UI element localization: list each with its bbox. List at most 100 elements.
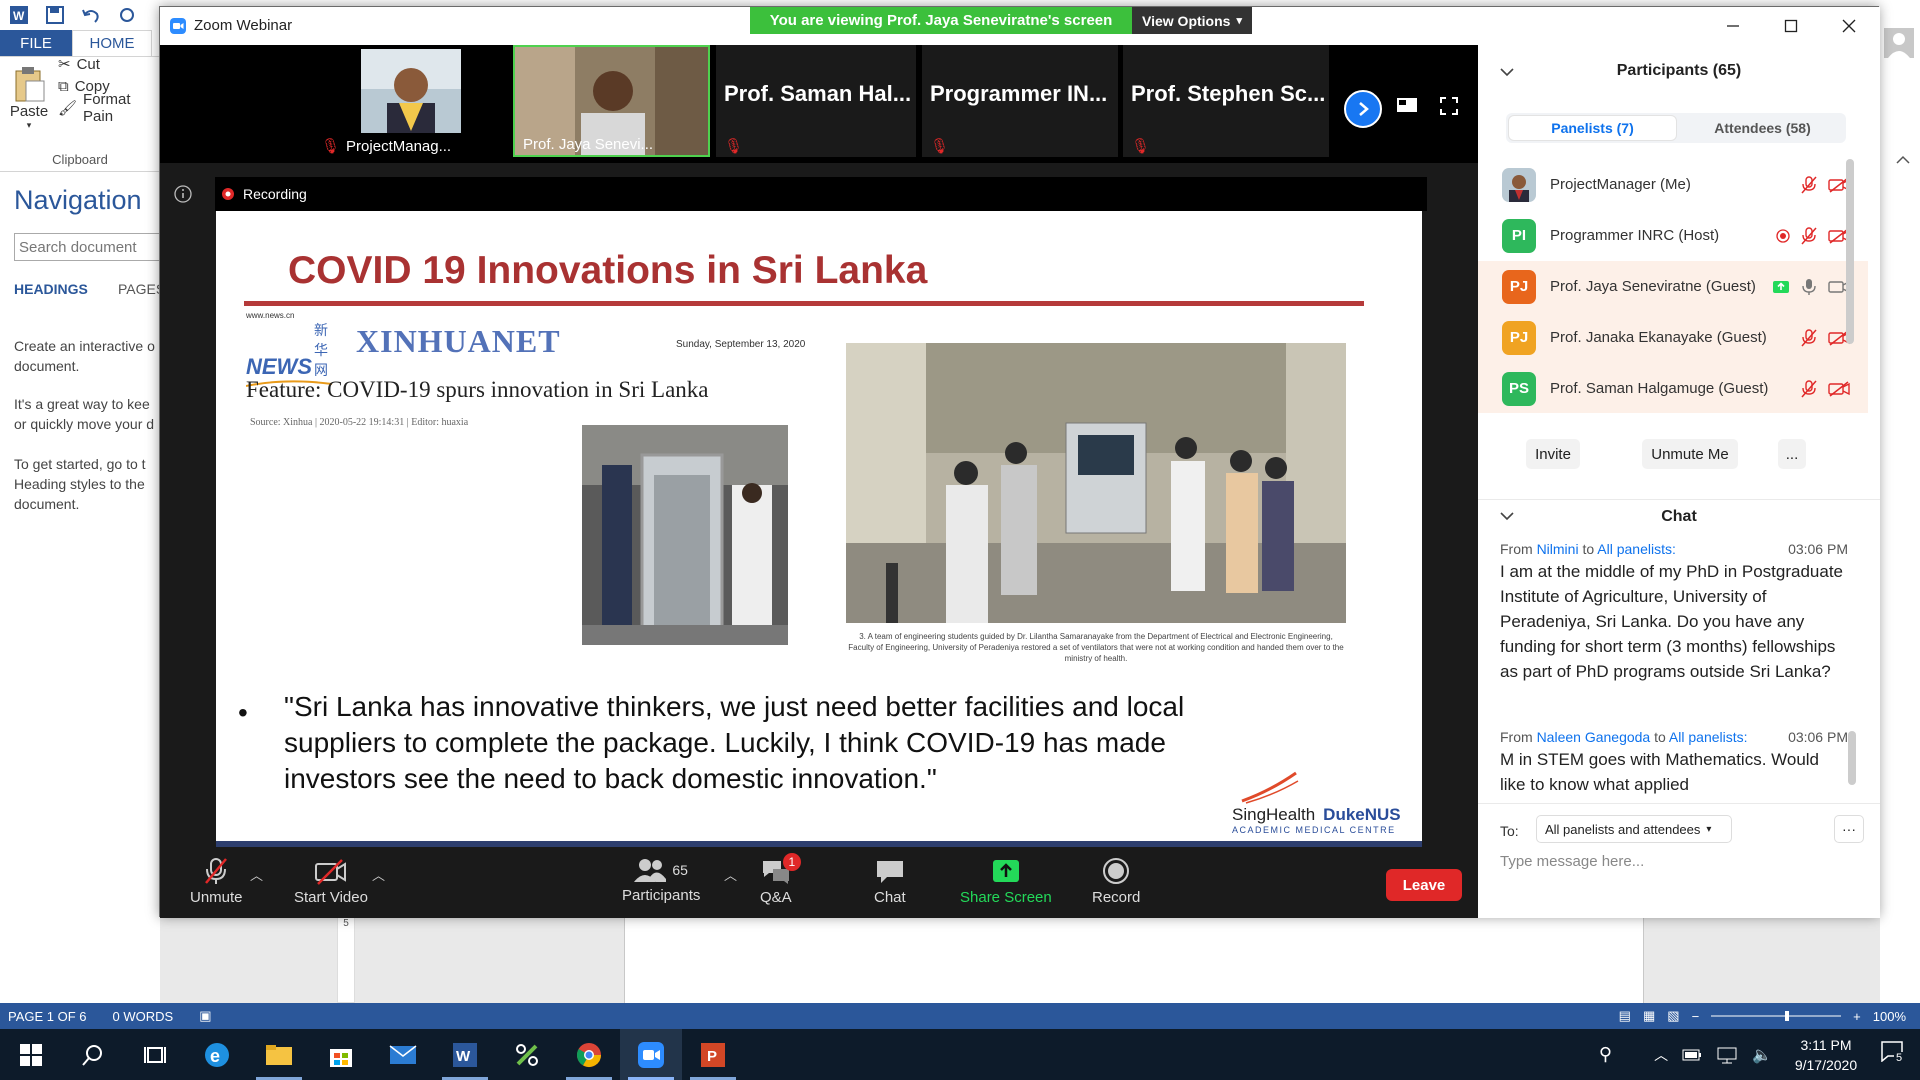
video-thumbnail[interactable]: Prof. Stephen Sc... 🎙 — [1123, 45, 1329, 157]
format-painter-button[interactable]: 🖌 Format Pain — [58, 91, 160, 125]
web-layout-icon[interactable]: ▧ — [1667, 1008, 1679, 1024]
thumbnail-label: 🎙 — [1131, 137, 1150, 155]
video-thumbnail[interactable]: 🎙 ProjectManag... — [313, 45, 475, 157]
participant-row[interactable]: PS Prof. Saman Halgamuge (Guest) — [1478, 363, 1868, 413]
chat-message-input[interactable]: Type message here... — [1500, 853, 1860, 881]
search-document-input[interactable]: Search document — [14, 233, 164, 261]
mail-button[interactable] — [372, 1029, 434, 1080]
record-button[interactable]: Record — [1092, 857, 1140, 906]
muted-mic-icon: 🎙 — [724, 138, 744, 155]
video-thumbnail-active[interactable]: Prof. Jaya Senevi... — [513, 45, 710, 157]
volume-icon[interactable]: 🔈 — [1752, 1045, 1772, 1065]
recipient-name[interactable]: All panelists: — [1597, 541, 1676, 557]
zoom-taskbar-button[interactable] — [620, 1029, 682, 1080]
notifications-button[interactable]: 5 — [1880, 1040, 1910, 1070]
chevron-up-icon[interactable]: ︿ — [1654, 1045, 1668, 1065]
chevron-up-icon[interactable] — [1896, 155, 1910, 165]
unmute-me-button[interactable]: Unmute Me — [1642, 439, 1738, 469]
leave-button[interactable]: Leave — [1386, 869, 1462, 901]
windows-logo-icon — [20, 1043, 42, 1066]
participant-row[interactable]: ProjectManager (Me) — [1478, 159, 1868, 210]
fullscreen-icon[interactable] — [1440, 97, 1458, 115]
participant-list-scrollbar[interactable] — [1846, 159, 1854, 344]
participant-row[interactable]: PJ Prof. Jaya Seneviratne (Guest) — [1478, 261, 1868, 312]
word-quick-access-toolbar: W — [0, 0, 160, 30]
next-thumbnails-button[interactable] — [1344, 90, 1382, 128]
recipient-name[interactable]: All panelists: — [1669, 729, 1748, 745]
chat-more-button[interactable]: ··· — [1834, 815, 1864, 843]
zoom-out-button[interactable]: − — [1692, 1009, 1700, 1024]
more-options-button[interactable]: ... — [1778, 439, 1806, 469]
chrome-button[interactable] — [558, 1029, 620, 1080]
chat-recipient-select[interactable]: All panelists and attendees ▾ — [1536, 815, 1732, 843]
video-thumbnail[interactable]: Prof. Saman Hal... 🎙 — [716, 45, 916, 157]
share-screen-button[interactable]: Share Screen — [960, 857, 1052, 906]
store-button[interactable] — [310, 1029, 372, 1080]
save-icon[interactable] — [44, 4, 66, 26]
brush-icon: 🖌 — [58, 100, 78, 117]
recording-indicator-bar: Recording — [215, 177, 1427, 211]
undo-icon[interactable] — [80, 4, 102, 26]
participants-options-caret[interactable]: ︿ — [724, 865, 737, 884]
participant-row[interactable]: PI Programmer INRC (Host) — [1478, 210, 1868, 261]
qa-label: Q&A — [760, 889, 792, 906]
store-icon — [330, 1048, 352, 1067]
message-time: 03:06 PM — [1788, 541, 1848, 557]
page-count[interactable]: PAGE 1 OF 6 — [8, 1009, 87, 1024]
search-button[interactable] — [62, 1029, 124, 1080]
thumbnail-label: 🎙 — [724, 137, 743, 155]
paste-button[interactable]: Paste ▾ — [6, 65, 52, 155]
powerpoint-taskbar-button[interactable]: P — [682, 1029, 744, 1080]
layout-icon[interactable] — [1396, 97, 1418, 113]
people-icon[interactable]: ⚲ — [1599, 1044, 1612, 1065]
network-icon[interactable] — [1716, 1046, 1738, 1064]
chat-scrollbar[interactable] — [1848, 731, 1856, 785]
unmute-button[interactable]: Unmute — [190, 857, 243, 906]
invite-button[interactable]: Invite — [1526, 439, 1580, 469]
tab-attendees[interactable]: Attendees (58) — [1679, 113, 1846, 143]
proofing-icon[interactable]: ▣ — [199, 1008, 211, 1024]
zoom-slider[interactable] — [1711, 1011, 1842, 1021]
battery-icon[interactable] — [1682, 1048, 1702, 1062]
zoom-level[interactable]: 100% — [1873, 1009, 1906, 1024]
word-count[interactable]: 0 WORDS — [113, 1009, 174, 1024]
sender-name[interactable]: Nilmini — [1537, 541, 1579, 557]
read-mode-icon[interactable]: ▤ — [1619, 1008, 1631, 1024]
start-button[interactable] — [0, 1029, 62, 1080]
tab-headings[interactable]: HEADINGS — [14, 281, 88, 297]
video-thumbnail[interactable]: Programmer IN... 🎙 — [922, 45, 1118, 157]
photo-caption: 3. A team of engineering students guided… — [848, 632, 1344, 663]
chat-header: Chat — [1478, 499, 1880, 533]
clock[interactable]: 3:11 PM 9/17/2020 — [1786, 1035, 1866, 1075]
powerpoint-icon: P — [701, 1042, 725, 1067]
video-options-caret[interactable]: ︿ — [372, 865, 385, 884]
view-options-button[interactable]: View Options ▾ — [1132, 7, 1252, 34]
task-view-button[interactable] — [124, 1029, 186, 1080]
file-explorer-button[interactable] — [248, 1029, 310, 1080]
qa-button[interactable]: 1 Q&A — [760, 853, 801, 906]
participant-row[interactable]: PJ Prof. Janaka Ekanayake (Guest) — [1478, 312, 1868, 363]
sender-name[interactable]: Naleen Ganegoda — [1537, 729, 1651, 745]
audio-options-caret[interactable]: ︿ — [250, 865, 263, 884]
info-icon[interactable] — [174, 185, 192, 203]
redo-icon[interactable] — [116, 4, 138, 26]
tab-panelists[interactable]: Panelists (7) — [1508, 115, 1677, 141]
cut-button[interactable]: ✂ Cut — [58, 53, 100, 75]
word-taskbar-button[interactable]: W — [434, 1029, 496, 1080]
edge-button[interactable]: e — [186, 1029, 248, 1080]
zoom-title-bar: Zoom Webinar You are viewing Prof. Jaya … — [160, 7, 1880, 45]
close-button[interactable] — [1820, 7, 1878, 45]
svg-text:P: P — [707, 1048, 717, 1065]
snipping-tool-button[interactable] — [496, 1029, 558, 1080]
video-thumbnail-strip: 🎙 ProjectManag... Prof. Jaya Senevi... Pr… — [160, 45, 1478, 163]
presentation-slide: COVID 19 Innovations in Sri Lanka www.ne… — [216, 211, 1422, 847]
muted-mic-icon — [1801, 328, 1817, 346]
zoom-in-button[interactable]: + — [1853, 1009, 1861, 1024]
word-page[interactable] — [624, 917, 1644, 1003]
chat-button[interactable]: Chat — [874, 857, 906, 906]
participants-button[interactable]: 65 Participants — [622, 857, 700, 904]
maximize-button[interactable] — [1762, 7, 1820, 45]
print-layout-icon[interactable]: ▦ — [1643, 1008, 1655, 1024]
minimize-button[interactable] — [1704, 7, 1762, 45]
start-video-button[interactable]: Start Video — [294, 857, 368, 906]
